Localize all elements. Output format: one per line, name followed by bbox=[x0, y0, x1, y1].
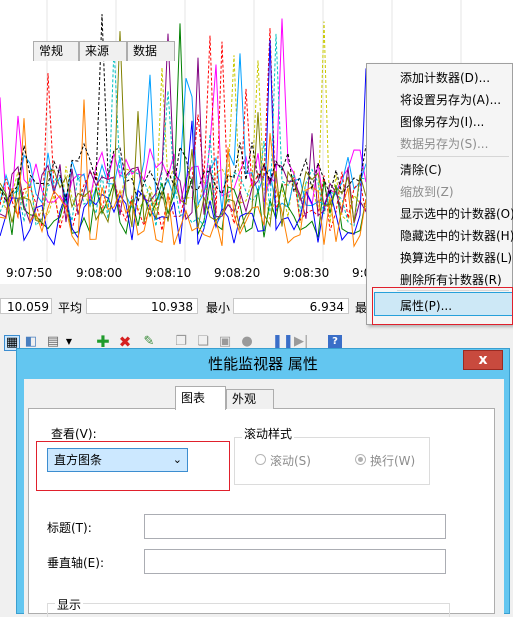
time-tick: 9:08:20 bbox=[214, 266, 261, 280]
time-tick: 9:08:30 bbox=[283, 266, 330, 280]
title-input[interactable] bbox=[144, 514, 446, 539]
add-counter-icon[interactable]: ✚ bbox=[96, 334, 110, 350]
dialog-title: 性能监视器 属性 bbox=[208, 355, 318, 373]
scroll-style-label: 滚动样式 bbox=[242, 425, 295, 442]
display-label: 显示 bbox=[55, 596, 84, 613]
freeze-display-icon[interactable]: ❚❚ bbox=[272, 335, 294, 349]
scroll-radio[interactable] bbox=[255, 454, 266, 465]
highlight-icon[interactable]: ✎ bbox=[142, 335, 156, 349]
help-icon[interactable]: ? bbox=[328, 335, 342, 349]
dropdown-arrow-icon[interactable]: ▼ bbox=[62, 335, 76, 349]
menu-item-clear[interactable]: 清除(C) bbox=[400, 161, 442, 178]
copy-icon[interactable]: ❐ bbox=[174, 335, 188, 349]
close-button[interactable]: x bbox=[463, 350, 503, 370]
tab-general[interactable]: 常规 bbox=[33, 41, 79, 61]
menu-item-save-image[interactable]: 图像另存为(I)... bbox=[400, 113, 484, 130]
time-tick: 9:08:00 bbox=[76, 266, 123, 280]
time-tick: 9:08:10 bbox=[145, 266, 192, 280]
paste-icon[interactable]: ❏ bbox=[196, 335, 210, 349]
zoom-icon[interactable]: ● bbox=[240, 335, 254, 349]
view-report-icon[interactable]: ▤ bbox=[46, 335, 60, 349]
tab-data[interactable]: 数据 bbox=[127, 41, 175, 61]
delete-counter-icon[interactable]: ✖ bbox=[118, 335, 132, 350]
menu-item-show-selected[interactable]: 显示选中的计数器(O) bbox=[400, 205, 513, 222]
minimum-value: 6.934 bbox=[233, 298, 349, 314]
tab-graph[interactable]: 图表 bbox=[175, 386, 226, 410]
properties-icon[interactable]: ▣ bbox=[218, 335, 232, 349]
display-group bbox=[47, 603, 450, 617]
view-histogram-icon[interactable]: ◧ bbox=[24, 335, 38, 349]
scroll-radio-label: 滚动(S) bbox=[270, 454, 311, 468]
menu-item-hide-selected[interactable]: 隐藏选中的计数器(H) bbox=[400, 227, 513, 244]
menu-item-remove-all[interactable]: 删除所有计数器(R) bbox=[400, 271, 502, 288]
menu-separator bbox=[397, 156, 509, 157]
wrap-radio-label: 换行(W) bbox=[370, 454, 416, 468]
average-label: 平均 bbox=[58, 301, 83, 315]
minimum-label: 最小 bbox=[206, 301, 231, 315]
menu-item-add-counters[interactable]: 添加计数器(D)... bbox=[400, 69, 490, 86]
menu-item-zoom-to[interactable]: 缩放到(Z) bbox=[400, 183, 454, 200]
update-data-icon[interactable]: ▶| bbox=[294, 335, 308, 349]
context-menu: 添加计数器(D)... 将设置另存为(A)... 图像另存为(I)... 数据另… bbox=[366, 63, 513, 325]
annotation-box-properties bbox=[372, 287, 513, 325]
time-tick: 9:07:50 bbox=[6, 266, 53, 280]
average-value: 10.938 bbox=[86, 298, 198, 314]
title-label: 标题(T): bbox=[47, 521, 92, 535]
annotation-box-view bbox=[36, 441, 230, 491]
menu-item-save-data[interactable]: 数据另存为(S)... bbox=[400, 135, 488, 152]
wrap-radio[interactable] bbox=[355, 454, 366, 465]
tab-appearance[interactable]: 外观 bbox=[226, 389, 274, 409]
menu-item-save-settings[interactable]: 将设置另存为(A)... bbox=[400, 91, 501, 108]
menu-item-scale-selected[interactable]: 换算选中的计数器(L) bbox=[400, 249, 512, 266]
vertical-axis-input[interactable] bbox=[144, 549, 446, 574]
last-value: 10.059 bbox=[0, 298, 52, 314]
view-label: 查看(V): bbox=[51, 427, 97, 441]
tab-source[interactable]: 来源 bbox=[79, 41, 127, 61]
vertical-axis-label: 垂直轴(E): bbox=[47, 556, 104, 570]
